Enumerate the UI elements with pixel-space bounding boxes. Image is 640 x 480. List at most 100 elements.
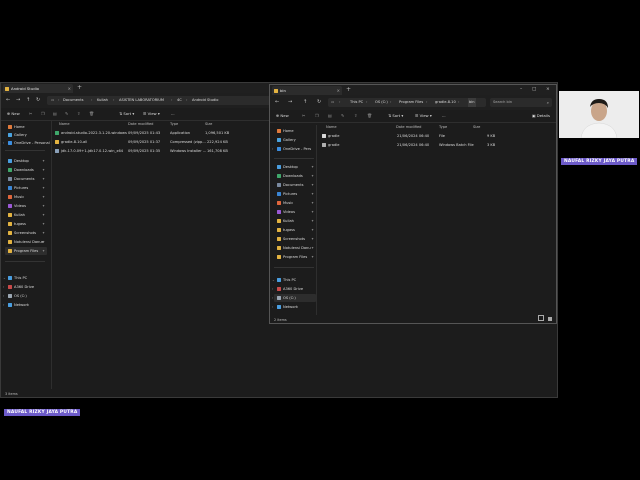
sidebar-item-kuliah[interactable]: Kuliah ✦ [274, 217, 316, 225]
refresh-icon[interactable]: ↻ [317, 98, 321, 107]
back-icon[interactable]: ← [6, 96, 10, 105]
sidebar-item-program-files[interactable]: Program Files ✦ [5, 247, 47, 255]
breadcrumb-4c[interactable]: 4C [177, 96, 182, 105]
sidebar-item-home[interactable]: Home [274, 127, 316, 135]
delete-icon[interactable]: 🗑 [89, 110, 94, 118]
sidebar-item-desktop[interactable]: Desktop ✦ [5, 157, 47, 165]
sidebar-item-network[interactable]: › Network [272, 303, 316, 311]
sidebar-item-kuliah[interactable]: Kuliah ✦ [5, 211, 47, 219]
rename-icon[interactable]: ✎ [341, 112, 344, 120]
minimize-icon[interactable]: – [520, 85, 522, 95]
more-button[interactable]: ... [442, 112, 446, 120]
table-row[interactable]: gradle-8.10-all 09/09/2025 01:37 Compres… [53, 138, 233, 146]
column-header-name[interactable]: Name [326, 124, 337, 131]
sidebar-item-a360-drive[interactable]: › A360 Drive [3, 283, 47, 291]
forward-icon[interactable]: → [16, 96, 20, 105]
sidebar-item-downloads[interactable]: Downloads ✦ [274, 172, 316, 180]
forward-icon[interactable]: → [288, 98, 292, 107]
breadcrumb-documents[interactable]: Documents [63, 96, 84, 105]
sidebar-item-gallery[interactable]: Gallery [5, 131, 47, 139]
sidebar-item-downloads[interactable]: Downloads ✦ [5, 166, 47, 174]
search-input[interactable]: Search bin ⌕ [490, 98, 552, 107]
sidebar-item-documents[interactable]: Documents ✦ [5, 175, 47, 183]
up-icon[interactable]: ↑ [26, 96, 30, 105]
sidebar-item-music[interactable]: Music ✦ [5, 193, 47, 201]
sidebar-item-pictures[interactable]: Pictures ✦ [274, 190, 316, 198]
sidebar-item-notulensi-danus[interactable]: Notulensi Danus ✦ [5, 238, 47, 246]
view-button[interactable]: ☰ View ▾ [415, 112, 432, 120]
up-icon[interactable]: ↑ [303, 98, 307, 107]
tab-android-studio[interactable]: Android Studio × [3, 84, 73, 93]
new-tab-icon[interactable]: + [77, 83, 82, 93]
breadcrumb-gradle[interactable]: gradle-8.10 [435, 98, 456, 107]
paste-icon[interactable]: ▤ [53, 110, 57, 118]
tab-bin[interactable]: bin × [272, 86, 342, 95]
table-row[interactable]: gradle 21/06/2024 06:40 Windows Batch Fi… [320, 141, 500, 149]
column-header-type[interactable]: Type [170, 121, 178, 128]
refresh-icon[interactable]: ↻ [36, 96, 40, 105]
share-icon[interactable]: ⇪ [354, 112, 357, 120]
sidebar-item-tugass[interactable]: tugass ✦ [274, 226, 316, 234]
sidebar-item-videos[interactable]: Videos ✦ [5, 202, 47, 210]
sidebar-item-notulensi-danus[interactable]: Notulensi Danu ✦ [274, 244, 316, 252]
breadcrumb-program-files[interactable]: Program Files [399, 98, 423, 107]
sidebar-item-network[interactable]: › Network [3, 301, 47, 309]
paste-icon[interactable]: ▤ [328, 112, 332, 120]
tiles-view-icon[interactable] [548, 317, 552, 321]
breadcrumb-this-pc[interactable]: This PC [350, 98, 363, 107]
breadcrumb-os-c[interactable]: OS (C:) [375, 98, 388, 107]
close-tab-icon[interactable]: × [68, 84, 71, 93]
column-header-type[interactable]: Type [439, 124, 447, 131]
sidebar-item-home[interactable]: Home [5, 123, 47, 131]
view-button[interactable]: ☰ View ▾ [143, 110, 160, 118]
address-bar[interactable]: ▭ › Documents › Kuliah › ASISTEN LABORAT… [47, 96, 273, 105]
sidebar-item-music[interactable]: Music ✦ [274, 199, 316, 207]
sidebar-item-screenshots[interactable]: Screenshots ✦ [274, 235, 316, 243]
sidebar-item-onedrive[interactable]: › OneDrive - Pers [272, 145, 316, 153]
sidebar-item-gallery[interactable]: Gallery [274, 136, 316, 144]
share-icon[interactable]: ⇪ [77, 110, 80, 118]
back-icon[interactable]: ← [275, 98, 279, 107]
breadcrumb-asisten-lab[interactable]: ASISTEN LABORATORIUM [119, 96, 164, 105]
column-header-size[interactable]: Size [205, 121, 212, 128]
cut-icon[interactable]: ✂ [29, 110, 32, 118]
address-bar[interactable]: ▭ › This PC › OS (C:) › Program Files › … [328, 98, 486, 107]
maximize-icon[interactable]: □ [532, 85, 536, 95]
table-row[interactable]: jdk-17.0.09+1-jdk17.0.12-win_x64 09/09/2… [53, 147, 233, 155]
details-view-icon[interactable] [538, 315, 544, 321]
delete-icon[interactable]: 🗑 [367, 112, 372, 120]
new-button[interactable]: ⊕ New [7, 110, 20, 118]
sidebar-item-pictures[interactable]: Pictures ✦ [5, 184, 47, 192]
sidebar-item-documents[interactable]: Documents ✦ [274, 181, 316, 189]
explorer-window-bin[interactable]: bin × + – □ × ← → ↑ ↻ ▭ › This PC › OS (… [269, 84, 557, 324]
close-tab-icon[interactable]: × [337, 86, 340, 95]
rename-icon[interactable]: ✎ [65, 110, 68, 118]
copy-icon[interactable]: ❐ [315, 112, 319, 120]
sidebar-item-tugass[interactable]: tugass ✦ [5, 220, 47, 228]
sidebar-item-videos[interactable]: Videos ✦ [274, 208, 316, 216]
column-header-size[interactable]: Size [473, 124, 480, 131]
sidebar-item-this-pc[interactable]: ⌄ This PC [3, 274, 47, 282]
sidebar-item-screenshots[interactable]: Screenshots ✦ [5, 229, 47, 237]
sidebar-item-onedrive[interactable]: › OneDrive - Personal [3, 139, 50, 147]
more-button[interactable]: ... [171, 110, 175, 118]
sidebar-item-os-c[interactable]: › OS (C:) [3, 292, 47, 300]
breadcrumb-kuliah[interactable]: Kuliah [97, 96, 108, 105]
sidebar-item-os-c[interactable]: › OS (C:) [272, 294, 316, 302]
sidebar-item-program-files[interactable]: Program Files ✦ [274, 253, 316, 261]
table-row[interactable]: gradle 21/06/2024 06:40 File 9 KB [320, 132, 500, 140]
column-header-name[interactable]: Name [59, 121, 70, 128]
sidebar-item-a360-drive[interactable]: › A360 Drive [272, 285, 316, 293]
cut-icon[interactable]: ✂ [302, 112, 305, 120]
new-tab-icon[interactable]: + [346, 85, 351, 95]
new-button[interactable]: ⊕ New [276, 112, 289, 120]
copy-icon[interactable]: ❐ [41, 110, 45, 118]
column-header-date[interactable]: Date modified [396, 124, 421, 131]
sort-button[interactable]: ⇅ Sort ▾ [388, 112, 403, 120]
table-row[interactable]: android-studio-2022.3.1.20-windows 09/09… [53, 129, 233, 137]
breadcrumb-bin[interactable]: bin [468, 98, 476, 107]
sidebar-item-this-pc[interactable]: ⌄ This PC [272, 276, 316, 284]
column-header-date[interactable]: Date modified [128, 121, 153, 128]
sort-button[interactable]: ⇅ Sort ▾ [119, 110, 134, 118]
breadcrumb-android-studio[interactable]: Android Studio [192, 96, 218, 105]
